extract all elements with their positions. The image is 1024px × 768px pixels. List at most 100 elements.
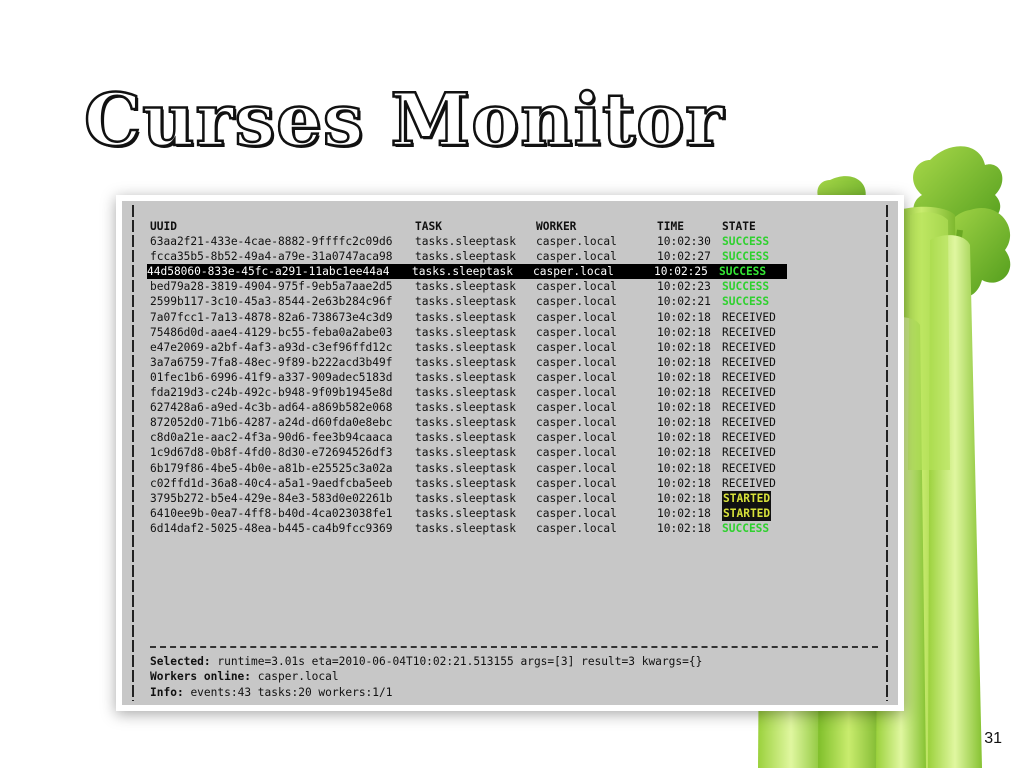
table-row[interactable]: 3a7a6759-7fa8-48ec-9f89-b222acd3b49f task…: [150, 355, 878, 370]
workers-value: casper.local: [257, 670, 339, 684]
status-footer: Selected: runtime=3.01s eta=2010-06-04T1…: [150, 654, 702, 700]
table-row[interactable]: 6410ee9b-0ea7-4ff8-b40d-4ca023038fe1 task…: [150, 505, 878, 521]
row-state: RECEIVED: [722, 416, 776, 430]
table-row[interactable]: 01fec1b6-6996-41f9-a337-909adec5183d task…: [150, 370, 878, 385]
row-state: STARTED: [722, 505, 772, 521]
row-uuid: fcca35b5-8b52-49a4-a79e-31a0747aca98: [150, 250, 393, 264]
row-worker: casper.local: [536, 310, 617, 324]
row-uuid: 3795b272-b5e4-429e-84e3-583d0e02261b: [150, 491, 393, 505]
row-task: tasks.sleeptask: [415, 416, 517, 430]
row-uuid: 63aa2f21-433e-4cae-8882-9ffffc2c09d6: [150, 235, 393, 249]
selected-value: runtime=3.01s eta=2010-06-04T10:02:21.51…: [217, 655, 703, 668]
row-worker: casper.local: [536, 325, 617, 339]
row-state: SUCCESS: [722, 235, 770, 249]
row-time: 10:02:18: [657, 431, 711, 445]
selected-label: Selected:: [150, 655, 211, 668]
terminal-right-border: [886, 205, 888, 701]
row-worker: casper.local: [536, 370, 617, 384]
table-row[interactable]: 3795b272-b5e4-429e-84e3-583d0e02261b task…: [150, 490, 878, 506]
table-row[interactable]: c8d0a21e-aac2-4f3a-90d6-fee3b94caaca task…: [150, 430, 878, 445]
table-row[interactable]: fda219d3-c24b-492c-b948-9f09b1945e8d task…: [150, 385, 878, 400]
table-row[interactable]: 627428a6-a9ed-4c3b-ad64-a869b582e068 task…: [150, 400, 878, 415]
row-uuid: 1c9d67d8-0b8f-4fd0-8d30-e72694526df3: [150, 446, 393, 460]
table-row[interactable]: e47e2069-a2bf-4af3-a93d-c3ef96ffd12c task…: [150, 340, 878, 355]
row-time: 10:02:21: [657, 295, 711, 309]
table-row[interactable]: fcca35b5-8b52-49a4-a79e-31a0747aca98 task…: [150, 249, 878, 264]
row-state: RECEIVED: [722, 340, 776, 354]
column-header-uuid: UUID: [150, 220, 177, 233]
table-row[interactable]: 63aa2f21-433e-4cae-8882-9ffffc2c09d6 task…: [150, 234, 878, 249]
row-state: SUCCESS: [722, 250, 770, 264]
footer-divider: [150, 646, 878, 648]
row-state: RECEIVED: [722, 325, 776, 339]
row-state: RECEIVED: [722, 310, 776, 324]
row-time: 10:02:18: [657, 386, 711, 400]
workers-label: Workers online:: [150, 670, 252, 684]
row-task: tasks.sleeptask: [415, 446, 517, 460]
row-worker: casper.local: [536, 431, 617, 445]
row-uuid: 3a7a6759-7fa8-48ec-9f89-b222acd3b49f: [150, 355, 393, 369]
terminal-left-border: [132, 205, 134, 701]
row-state: SUCCESS: [722, 280, 770, 294]
row-time: 10:02:18: [657, 416, 711, 430]
page-number: 31: [984, 730, 1002, 747]
row-worker: casper.local: [536, 295, 617, 309]
row-worker: casper.local: [536, 521, 617, 535]
row-worker: casper.local: [536, 476, 617, 490]
table-row[interactable]: 6b179f86-4be5-4b0e-a81b-e25525c3a02a task…: [150, 461, 878, 476]
table-row[interactable]: 2599b117-3c10-45a3-8544-2e63b284c96f task…: [150, 294, 878, 309]
row-uuid: 2599b117-3c10-45a3-8544-2e63b284c96f: [150, 295, 393, 309]
task-rows: 63aa2f21-433e-4cae-8882-9ffffc2c09d6 task…: [147, 234, 878, 536]
row-worker: casper.local: [536, 416, 617, 430]
table-row[interactable]: bed79a28-3819-4904-975f-9eb5a7aae2d5 task…: [150, 279, 878, 294]
workers-line: Workers online: casper.local: [150, 669, 702, 684]
row-worker: casper.local: [536, 506, 617, 520]
row-task: tasks.sleeptask: [415, 235, 517, 249]
row-task: tasks.sleeptask: [415, 521, 517, 535]
row-uuid: 7a07fcc1-7a13-4878-82a6-738673e4c3d9: [150, 310, 393, 324]
table-row[interactable]: 1c9d67d8-0b8f-4fd0-8d30-e72694526df3 task…: [150, 445, 878, 460]
task-table: UUID TASK WORKER TIME STATE 63aa2f21-433…: [147, 219, 878, 536]
row-task: tasks.sleeptask: [415, 431, 517, 445]
row-worker: casper.local: [536, 280, 617, 294]
row-worker: casper.local: [536, 340, 617, 354]
table-row[interactable]: 44d58060-833e-45fc-a291-11abc1ee44a4 task…: [147, 264, 787, 280]
row-task: tasks.sleeptask: [415, 506, 517, 520]
table-row[interactable]: 7a07fcc1-7a13-4878-82a6-738673e4c3d9 task…: [150, 310, 878, 325]
row-task: tasks.sleeptask: [415, 295, 517, 309]
row-worker: casper.local: [533, 265, 614, 279]
row-task: tasks.sleeptask: [415, 370, 517, 384]
row-time: 10:02:18: [657, 340, 711, 354]
row-state: RECEIVED: [722, 386, 776, 400]
row-time: 10:02:18: [657, 506, 711, 520]
row-time: 10:02:30: [657, 235, 711, 249]
row-task: tasks.sleeptask: [415, 461, 517, 475]
row-task: tasks.sleeptask: [415, 476, 517, 490]
row-time: 10:02:18: [657, 446, 711, 460]
table-row[interactable]: 6d14daf2-5025-48ea-b445-ca4b9fcc9369 task…: [150, 521, 878, 536]
slide-title: Curses Monitor: [83, 76, 725, 163]
row-task: tasks.sleeptask: [415, 355, 517, 369]
row-time: 10:02:23: [657, 280, 711, 294]
row-task: tasks.sleeptask: [415, 401, 517, 415]
row-state: RECEIVED: [722, 355, 776, 369]
row-state: RECEIVED: [722, 446, 776, 460]
row-time: 10:02:25: [654, 265, 708, 279]
curses-monitor-terminal: UUID TASK WORKER TIME STATE 63aa2f21-433…: [122, 201, 898, 705]
row-uuid: fda219d3-c24b-492c-b948-9f09b1945e8d: [150, 386, 393, 400]
row-task: tasks.sleeptask: [415, 310, 517, 324]
row-state: SUCCESS: [719, 265, 767, 279]
row-state: SUCCESS: [722, 295, 770, 309]
column-header-task: TASK: [415, 220, 442, 233]
row-task: tasks.sleeptask: [412, 265, 514, 279]
table-row[interactable]: 872052d0-71b6-4287-a24d-d60fda0e8ebc task…: [150, 415, 878, 430]
row-time: 10:02:18: [657, 521, 711, 535]
row-time: 10:02:18: [657, 476, 711, 490]
table-row[interactable]: 75486d0d-aae4-4129-bc55-feba0a2abe03 task…: [150, 325, 878, 340]
row-state: STARTED: [722, 490, 772, 506]
row-state: RECEIVED: [722, 476, 776, 490]
table-row[interactable]: c02ffd1d-36a8-40c4-a5a1-9aedfcba5eeb task…: [150, 476, 878, 491]
row-task: tasks.sleeptask: [415, 250, 517, 264]
column-header-time: TIME: [657, 220, 684, 233]
row-uuid: c02ffd1d-36a8-40c4-a5a1-9aedfcba5eeb: [150, 476, 393, 490]
